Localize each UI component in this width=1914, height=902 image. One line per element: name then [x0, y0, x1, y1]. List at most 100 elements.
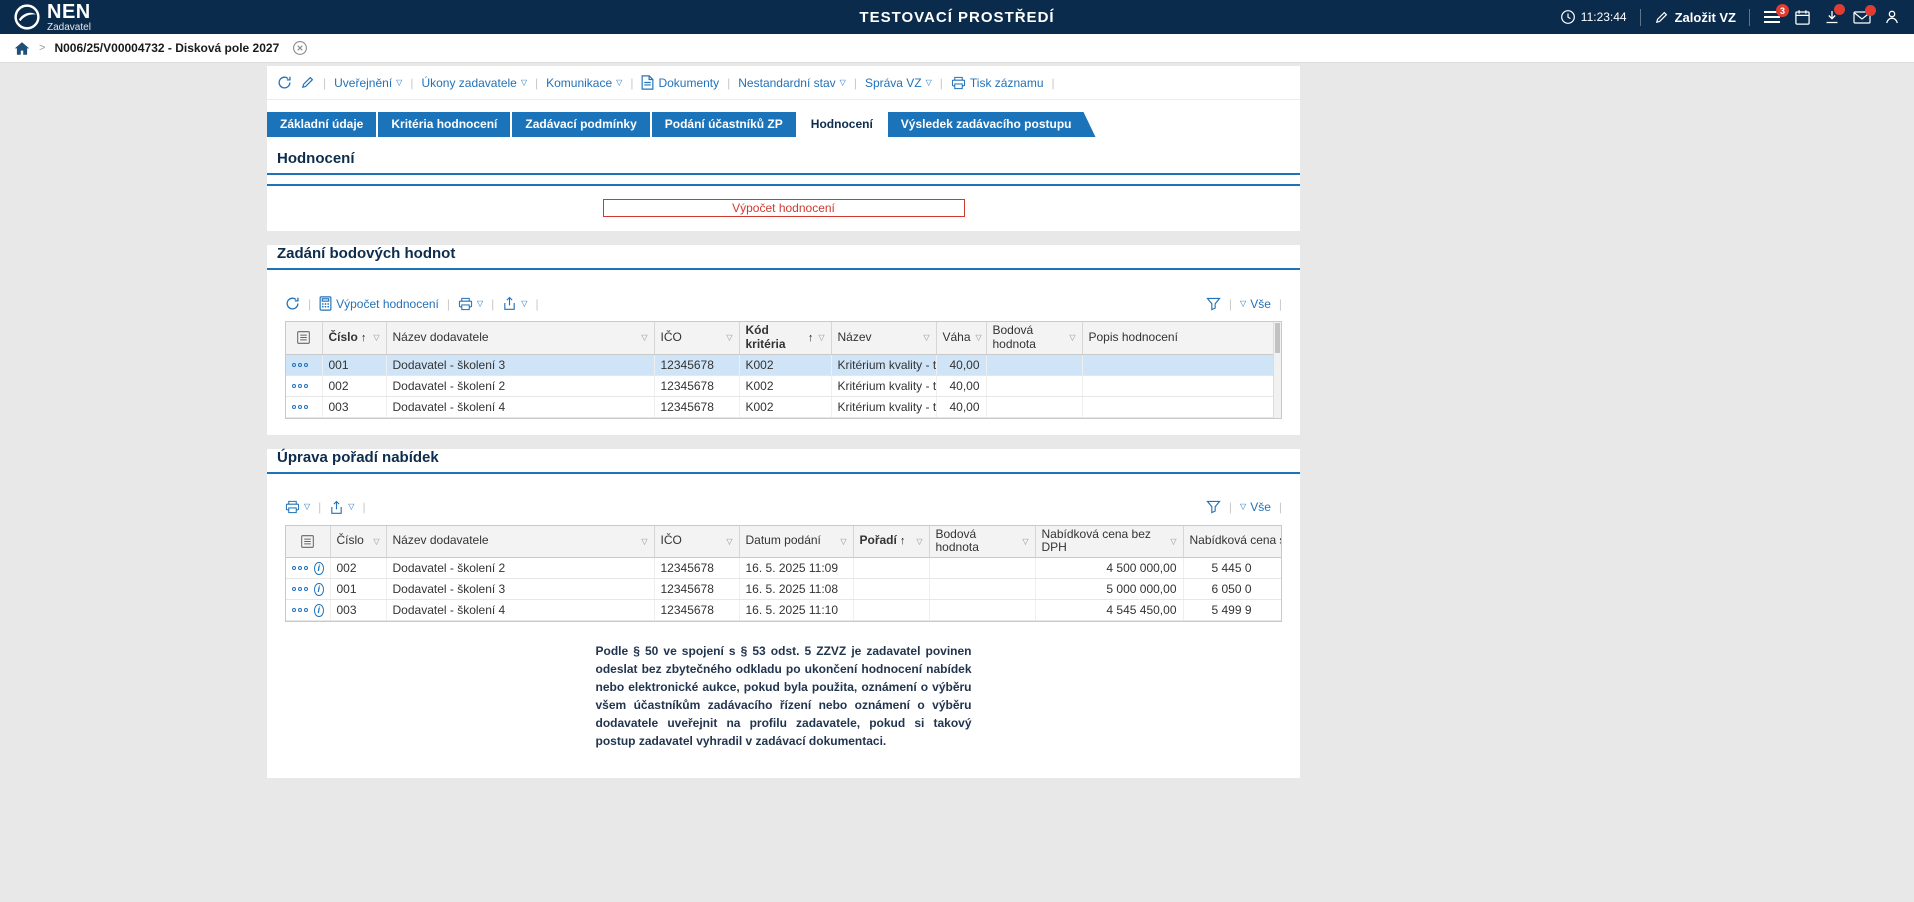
row-menu-icon[interactable]: [292, 384, 308, 388]
filter-button[interactable]: [1206, 297, 1221, 311]
filter-icon[interactable]: ▽: [838, 537, 846, 546]
edit-record-button[interactable]: [300, 75, 315, 90]
filter-icon[interactable]: ▽: [1067, 333, 1075, 342]
column-header-kod-kriteria[interactable]: Kód kritéria↑▽: [739, 322, 831, 354]
calendar-button[interactable]: [1794, 9, 1811, 26]
toolbar-item-tisk-zaznamu[interactable]: Tisk záznamu: [951, 76, 1044, 90]
calc-evaluation-label: Výpočet hodnocení: [336, 297, 439, 311]
column-header-selector[interactable]: [286, 526, 330, 558]
export-button[interactable]: ▽: [329, 500, 354, 515]
divider: |: [410, 76, 413, 90]
table-row[interactable]: 001 Dodavatel - školení 3 12345678 16. 5…: [286, 579, 1282, 600]
row-menu-icon[interactable]: [292, 363, 308, 367]
breadcrumb-separator: >: [39, 42, 45, 54]
column-header-nazev-dodavatele[interactable]: Název dodavatele▽: [386, 322, 654, 354]
print-button[interactable]: ▽: [458, 297, 483, 311]
filter-icon[interactable]: ▽: [724, 537, 732, 546]
cell-weight: 40,00: [936, 396, 986, 417]
filter-icon[interactable]: ▽: [974, 333, 982, 342]
tab-zakladni-udaje[interactable]: Základní údaje: [267, 112, 376, 137]
column-header-bodova-hodnota[interactable]: Bodová hodnota▽: [929, 526, 1035, 558]
filter-icon[interactable]: ▽: [724, 333, 732, 342]
scrollbar-thumb[interactable]: [1275, 323, 1280, 353]
toolbar-item-nestandardni-stav[interactable]: Nestandardní stav ▽: [738, 76, 846, 90]
row-menu-icon[interactable]: [292, 608, 308, 612]
column-header-cislo[interactable]: Číslo↑▽: [322, 322, 386, 354]
cell-number: 003: [322, 396, 386, 417]
filter-icon[interactable]: ▽: [921, 333, 929, 342]
vypocet-hodnoceni-button[interactable]: Výpočet hodnocení: [603, 199, 965, 217]
close-record-button[interactable]: [292, 40, 308, 56]
history-button[interactable]: [277, 75, 292, 90]
pencil-icon: [300, 75, 315, 90]
divider: |: [727, 76, 730, 90]
print-button[interactable]: ▽: [285, 500, 310, 514]
nen-logo[interactable]: NEN Zadavatel: [14, 2, 91, 33]
column-header-selector[interactable]: [286, 322, 322, 354]
tab-zadavaci-podminky[interactable]: Zadávací podmínky: [512, 112, 649, 137]
create-vz-label: Založit VZ: [1675, 10, 1736, 25]
info-icon[interactable]: [314, 604, 324, 617]
column-header-popis-hodnoceni[interactable]: Popis hodnocení: [1082, 322, 1281, 354]
cell-number: 001: [330, 579, 386, 600]
calc-evaluation-link[interactable]: Výpočet hodnocení: [319, 296, 439, 311]
info-icon[interactable]: [314, 583, 324, 596]
column-header-ico[interactable]: IČO▽: [654, 322, 739, 354]
cell-points: [929, 579, 1035, 600]
column-header-vaha[interactable]: Váha▽: [936, 322, 986, 354]
table-row[interactable]: 003 Dodavatel - školení 4 12345678 K002 …: [286, 396, 1281, 417]
vertical-scrollbar[interactable]: [1273, 322, 1281, 418]
column-header-nazev[interactable]: Název▽: [831, 322, 936, 354]
filter-icon[interactable]: ▽: [914, 537, 922, 546]
user-button[interactable]: [1884, 9, 1900, 25]
table-row[interactable]: 003 Dodavatel - školení 4 12345678 16. 5…: [286, 600, 1282, 621]
create-vz-button[interactable]: Založit VZ: [1654, 10, 1736, 25]
row-menu-icon[interactable]: [292, 405, 308, 409]
filter-button[interactable]: [1206, 500, 1221, 514]
column-header-poradi[interactable]: Pořadí↑▽: [853, 526, 929, 558]
breadcrumb-record[interactable]: N006/25/V00004732 - Disková pole 2027: [54, 41, 279, 55]
filter-icon[interactable]: ▽: [371, 333, 379, 342]
toolbar-label: Tisk záznamu: [970, 76, 1044, 90]
download-button[interactable]: [1824, 9, 1840, 25]
toolbar-item-komunikace[interactable]: Komunikace ▽: [546, 76, 622, 90]
filter-icon[interactable]: ▽: [816, 333, 824, 342]
tab-podani-ucastniku[interactable]: Podání účastníků ZP: [652, 112, 796, 137]
show-all-link[interactable]: ▽ Vše: [1240, 297, 1271, 311]
filter-icon[interactable]: ▽: [1168, 537, 1176, 546]
divider: |: [630, 76, 633, 90]
info-icon[interactable]: [314, 562, 324, 575]
tab-kriteria-hodnoceni[interactable]: Kritéria hodnocení: [378, 112, 510, 137]
export-button[interactable]: ▽: [502, 296, 527, 311]
column-header-cena-s-dph[interactable]: Nabídková cena s DPH: [1183, 526, 1282, 558]
row-menu-icon[interactable]: [292, 566, 308, 570]
tab-hodnoceni[interactable]: Hodnocení: [798, 112, 886, 137]
refresh-button[interactable]: [285, 296, 300, 311]
row-menu-icon[interactable]: [292, 587, 308, 591]
table-row[interactable]: 001 Dodavatel - školení 3 12345678 K002 …: [286, 354, 1281, 375]
column-header-cislo[interactable]: Číslo▽: [330, 526, 386, 558]
filter-icon[interactable]: ▽: [371, 537, 379, 546]
toolbar-item-uverejneni[interactable]: Uveřejnění ▽: [334, 76, 402, 90]
mail-button[interactable]: [1853, 10, 1871, 25]
home-button[interactable]: [14, 41, 30, 56]
toolbar-item-sprava-vz[interactable]: Správa VZ ▽: [865, 76, 932, 90]
cell-price-net: 5 000 000,00: [1035, 579, 1183, 600]
order-grid-toolbar: ▽ | ▽ | | ▽ V: [285, 498, 1282, 525]
column-header-nazev-dodavatele[interactable]: Název dodavatele▽: [386, 526, 654, 558]
tab-vysledek-postupu[interactable]: Výsledek zadávacího postupu: [888, 112, 1096, 137]
table-row[interactable]: 002 Dodavatel - školení 2 12345678 16. 5…: [286, 558, 1282, 579]
column-header-ico[interactable]: IČO▽: [654, 526, 739, 558]
show-all-link[interactable]: ▽ Vše: [1240, 500, 1271, 514]
toolbar-item-ukony-zadavatele[interactable]: Úkony zadavatele ▽: [421, 76, 527, 90]
filter-icon[interactable]: ▽: [639, 537, 647, 546]
column-header-bodova-hodnota[interactable]: Bodová hodnota▽: [986, 322, 1082, 354]
menu-button[interactable]: 3: [1763, 10, 1781, 24]
filter-icon[interactable]: ▽: [639, 333, 647, 342]
toolbar-item-dokumenty[interactable]: Dokumenty: [641, 75, 719, 90]
filter-icon[interactable]: ▽: [1020, 537, 1028, 546]
column-header-datum-podani[interactable]: Datum podání▽: [739, 526, 853, 558]
column-header-cena-bez-dph[interactable]: Nabídková cena bez DPH▽: [1035, 526, 1183, 558]
table-row[interactable]: 002 Dodavatel - školení 2 12345678 K002 …: [286, 375, 1281, 396]
divider: |: [1229, 297, 1232, 311]
